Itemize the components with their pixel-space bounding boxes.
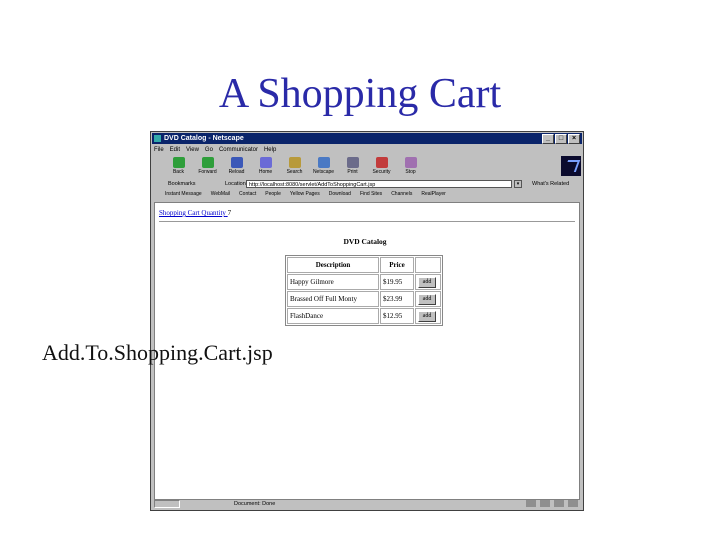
home-label: Home [258,169,273,175]
netscape-button[interactable]: Netscape [310,156,337,178]
bookmarks-button[interactable]: Bookmarks [168,179,196,189]
realplayer-link[interactable]: RealPlayer [421,190,445,199]
netscape-icon [317,157,330,168]
back-arrow-icon [172,157,185,168]
netscape-throbber-icon[interactable] [561,156,581,176]
window-title: DVD Catalog - Netscape [164,135,244,142]
action-header [415,257,441,273]
table-row: Brassed Off Full Monty $23.99 add [287,291,441,307]
menu-view[interactable]: View [186,145,199,155]
reload-label: Reload [228,169,245,175]
table-row: FlashDance $12.95 add [287,308,441,324]
browser-window: DVD Catalog - Netscape _ □ × File Edit V… [150,131,584,511]
search-button[interactable]: Search [281,156,308,178]
menu-go[interactable]: Go [205,145,213,155]
chevron-down-icon[interactable]: ▾ [514,180,522,188]
location-label: Location: [225,181,248,187]
lock-icon [375,157,388,168]
menu-edit[interactable]: Edit [170,145,180,155]
whats-related-button[interactable]: What's Related [532,179,569,189]
forward-label: Forward [198,169,217,175]
shopping-cart-link[interactable]: Shopping Cart Quantity 7 [159,209,231,217]
window-titlebar[interactable]: DVD Catalog - Netscape _ □ × [152,133,582,144]
search-label: Search [286,169,303,175]
personal-toolbar: Instant Message WebMail Contact People Y… [154,190,580,199]
price-header: Price [380,257,414,273]
home-icon [259,157,272,168]
menu-file[interactable]: File [154,145,164,155]
description-cell: FlashDance [287,308,379,324]
stop-icon [404,157,417,168]
netscape-app-icon [154,135,161,142]
back-label: Back [172,169,185,175]
menu-help[interactable]: Help [264,145,276,155]
people-link[interactable]: People [265,190,281,199]
dvd-table: Description Price Happy Gilmore $19.95 a… [285,255,443,326]
price-cell: $19.95 [380,274,414,290]
webmail-link[interactable]: WebMail [211,190,230,199]
print-label: Print [347,169,358,175]
table-row: Happy Gilmore $19.95 add [287,274,441,290]
composer-icon[interactable] [568,500,578,507]
netscape-label: Netscape [312,169,335,175]
slide-caption: Add.To.Shopping.Cart.jsp [42,340,273,365]
download-link[interactable]: Download [329,190,351,199]
security-status-icon[interactable] [154,500,180,508]
instant-message-link[interactable]: Instant Message [165,190,202,199]
stop-button[interactable]: Stop [397,156,424,178]
stop-label: Stop [405,169,416,175]
newsgroups-icon[interactable] [554,500,564,507]
contact-link[interactable]: Contact [239,190,256,199]
security-button[interactable]: Security [368,156,395,178]
add-button[interactable]: add [418,293,436,305]
url-input[interactable]: http://localhost:8080/servlet/AddToShopp… [246,180,512,188]
action-cell: add [415,291,441,307]
status-bar: Document: Done [152,499,582,509]
cart-quantity: 7 [227,209,232,217]
add-button[interactable]: add [418,310,436,322]
component-bar [526,500,578,507]
catalog-title: DVD Catalog [343,237,387,246]
location-bar: Bookmarks Location: http://localhost:808… [154,179,580,189]
slide-title: A Shopping Cart [218,71,502,117]
yellow-pages-link[interactable]: Yellow Pages [290,190,320,199]
action-cell: add [415,308,441,324]
menu-communicator[interactable]: Communicator [219,145,258,155]
forward-button[interactable]: Forward [194,156,221,178]
print-button[interactable]: Print [339,156,366,178]
close-button[interactable]: × [568,134,580,144]
menu-bar: File Edit View Go Communicator Help [154,145,276,155]
find-sites-link[interactable]: Find Sites [360,190,382,199]
security-label: Security [372,169,391,175]
channels-link[interactable]: Channels [391,190,412,199]
navigation-toolbar: Back Forward Reload Home Search Netscape… [165,156,424,178]
status-text: Document: Done [234,501,276,507]
navigator-icon[interactable] [526,500,536,507]
home-button[interactable]: Home [252,156,279,178]
reload-button[interactable]: Reload [223,156,250,178]
table-header-row: Description Price [287,257,441,273]
price-cell: $23.99 [380,291,414,307]
mail-icon[interactable] [540,500,550,507]
price-cell: $12.95 [380,308,414,324]
description-cell: Brassed Off Full Monty [287,291,379,307]
maximize-button[interactable]: □ [555,134,567,144]
add-button[interactable]: add [418,276,436,288]
divider [159,221,575,222]
print-icon [346,157,359,168]
action-cell: add [415,274,441,290]
cart-link-text: Shopping Cart Quantity [159,209,226,217]
search-icon [288,157,301,168]
minimize-button[interactable]: _ [542,134,554,144]
forward-arrow-icon [201,157,214,168]
description-cell: Happy Gilmore [287,274,379,290]
reload-icon [230,157,243,168]
back-button[interactable]: Back [165,156,192,178]
description-header: Description [287,257,379,273]
